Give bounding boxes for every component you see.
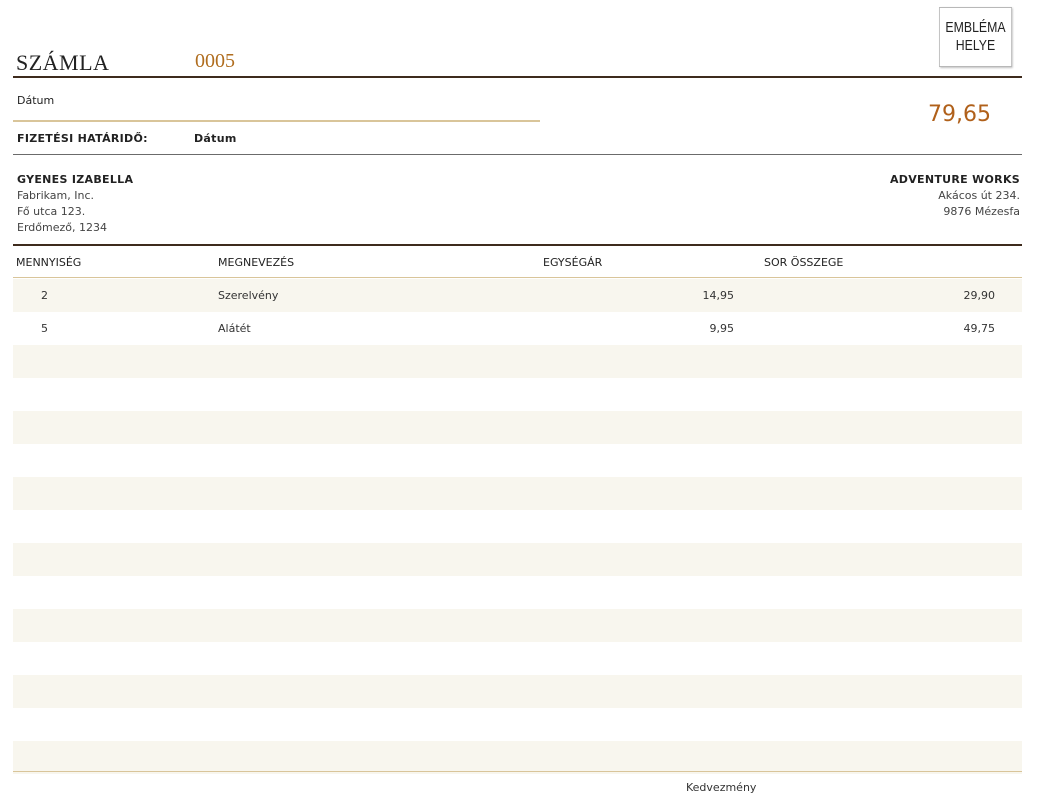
cell-line-total: 29,90 [963,289,996,302]
table-row [13,609,1022,642]
header-divider [13,76,1022,78]
cell-line-total: 49,75 [963,322,996,335]
cell-unit-price: 9,95 [709,322,735,335]
column-header-unit-price: EGYSÉGÁR [543,256,603,269]
table-row [13,444,1022,477]
from-city: 9876 Mézesfa [943,205,1020,218]
table-row: 5 Alátét 9,95 49,75 [13,312,1022,345]
from-name: ADVENTURE WORKS [889,173,1020,186]
discount-label: Kedvezmény [686,781,757,794]
column-header-description: MEGNEVEZÉS [218,256,295,269]
table-row [13,510,1022,543]
bill-to-name: GYENES IZABELLA [17,173,134,186]
table-top-divider [13,244,1022,246]
table-row [13,411,1022,444]
logo-line-2: HELYE [955,37,996,54]
bill-to-company: Fabrikam, Inc. [17,189,95,202]
table-row [13,576,1022,609]
invoice-number: 0005 [195,50,235,72]
from-address: ADVENTURE WORKS Akácos út 234. 9876 Méze… [890,172,1020,220]
cell-unit-price: 14,95 [702,289,735,302]
table-row [13,378,1022,411]
table-row [13,675,1022,708]
invoice-title: SZÁMLA [16,50,110,75]
from-street: Akácos út 234. [938,189,1020,202]
date-label: Dátum [17,94,55,107]
logo-placeholder[interactable]: EMBLÉMA HELYE [939,7,1012,67]
table-row [13,708,1022,741]
table-row [13,345,1022,378]
column-header-line-total: SOR ÖSSZEGE [764,256,844,269]
table-bottom-rule [13,771,1022,772]
table-row: 2 Szerelvény 14,95 29,90 [13,279,1022,312]
due-date-label: FIZETÉSI HATÁRIDŐ: [17,132,148,145]
logo-line-1: EMBLÉMA [945,19,1006,36]
table-row [13,543,1022,576]
date-underline [13,120,540,122]
table-row [13,642,1022,675]
cell-quantity: 2 [41,289,48,302]
bill-to-street: Fő utca 123. [17,205,86,218]
info-divider [13,154,1022,155]
table-header-underline [13,277,1022,278]
due-date-value: Dátum [194,132,237,145]
invoice-total: 79,65 [928,102,991,127]
cell-quantity: 5 [41,322,48,335]
table-row [13,477,1022,510]
bill-to-address: GYENES IZABELLA Fabrikam, Inc. Fő utca 1… [17,172,133,236]
table-row [13,741,1022,774]
bill-to-city: Erdőmező, 1234 [17,221,107,234]
cell-description: Alátét [218,322,251,335]
column-header-quantity: MENNYISÉG [16,256,82,269]
cell-description: Szerelvény [218,289,279,302]
